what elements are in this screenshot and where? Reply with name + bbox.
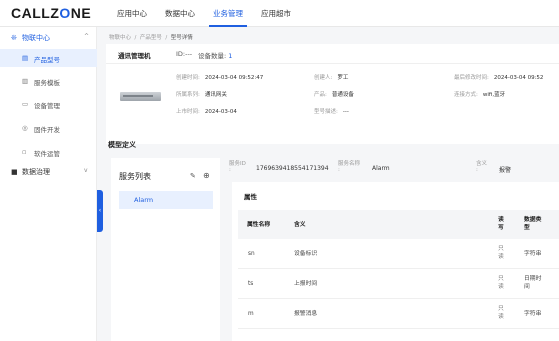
sidebar-item-firmware-dev[interactable]: ◎ 固件开发 bbox=[0, 119, 97, 137]
breadcrumb-iot-center[interactable]: 物联中心 bbox=[109, 35, 131, 41]
nav-business-management[interactable]: 业务管理 bbox=[204, 0, 252, 27]
sidebar-item-label: 产品型号 bbox=[34, 56, 60, 64]
attr-meaning: 设备标识 bbox=[294, 251, 318, 257]
software-icon: ▫ bbox=[22, 148, 27, 156]
attr-name: m bbox=[248, 311, 254, 317]
main-content: 物联中心 / 产品型号 / 型号详情 通讯管理机 ID:--- 设备数量: 1 … bbox=[103, 27, 559, 341]
attr-rw: 只读 bbox=[498, 276, 504, 290]
iot-icon: ❊ bbox=[11, 34, 17, 42]
service-item-alarm[interactable]: Alarm bbox=[119, 191, 213, 209]
service-list-panel: 服务列表 ✎ ⊕ Alarm bbox=[111, 158, 220, 341]
template-icon: ▥ bbox=[22, 77, 29, 85]
col-rw: 读写 bbox=[498, 217, 504, 231]
sidebar-item-product-model[interactable]: ▤ 产品型号 bbox=[0, 49, 97, 67]
sidebar-group-label: 数据治理 bbox=[22, 168, 50, 176]
launch-time: 上市时间: 2024-03-04 bbox=[176, 109, 237, 115]
connection-method: 连接方式: wifi,蓝牙 bbox=[454, 92, 506, 98]
breadcrumb-separator: / bbox=[134, 35, 137, 41]
attr-meaning: 上报时间 bbox=[294, 281, 318, 287]
nav-data-center[interactable]: 数据中心 bbox=[156, 0, 204, 27]
created-time: 创建时间: 2024-03-04 09:52:47 bbox=[176, 75, 264, 81]
firmware-icon: ◎ bbox=[22, 124, 28, 132]
service-list-title: 服务列表 bbox=[119, 172, 151, 181]
add-service-icon[interactable]: ⊕ bbox=[203, 171, 210, 180]
chevron-up-icon: ^ bbox=[84, 33, 90, 40]
sidebar-group-label: 物联中心 bbox=[22, 34, 50, 42]
device-icon: ▭ bbox=[22, 100, 29, 108]
product-type: 产品: 普通设备 bbox=[314, 92, 354, 98]
breadcrumb-separator: / bbox=[165, 35, 168, 41]
logo-o-mark: O bbox=[59, 5, 71, 21]
breadcrumb: 物联中心 / 产品型号 / 型号详情 bbox=[109, 33, 193, 41]
top-nav: 应用中心 数据中心 业务管理 应用超市 bbox=[108, 0, 300, 27]
sidebar-item-label: 固件开发 bbox=[34, 126, 60, 134]
attributes-title: 属性 bbox=[244, 193, 257, 201]
sidebar: ❊ 物联中心 ^ ▤ 产品型号 ▥ 服务模板 ▭ 设备管理 ◎ 固件开发 ▫ 软… bbox=[0, 27, 97, 341]
attr-rw: 只读 bbox=[498, 306, 504, 320]
breadcrumb-product-model[interactable]: 产品型号 bbox=[140, 35, 162, 41]
sidebar-item-label: 设备管理 bbox=[34, 102, 60, 110]
last-modified-time: 最后修改时间: 2024-03-04 09:52 bbox=[454, 75, 544, 81]
attr-name: sn bbox=[248, 251, 255, 257]
model-definition-title: 模型定义 bbox=[108, 141, 136, 149]
device-count: 设备数量: 1 bbox=[198, 52, 233, 60]
model-description: 型号描述: --- bbox=[314, 109, 349, 115]
edit-icon[interactable]: ✎ bbox=[190, 172, 196, 180]
table-row[interactable]: m 报警消息 只读 字符串 bbox=[238, 299, 559, 329]
product-id: ID:--- bbox=[176, 50, 193, 58]
category: 所属系列: 通讯网关 bbox=[176, 92, 227, 98]
chevron-down-icon: v bbox=[84, 167, 88, 174]
sidebar-group-data-governance[interactable]: ■ 数据治理 v bbox=[0, 163, 97, 181]
service-name: 服务名称 : Alarm bbox=[338, 161, 390, 173]
attr-meaning: 报警消息 bbox=[294, 311, 318, 317]
sidebar-item-label: 服务模板 bbox=[34, 79, 60, 87]
product-name: 通讯管理机 bbox=[118, 52, 151, 60]
col-attr-name: 属性名称 bbox=[247, 222, 271, 228]
attr-rw: 只读 bbox=[498, 246, 504, 260]
product-info-card: 通讯管理机 ID:--- 设备数量: 1 创建时间: 2024-03-04 09:… bbox=[106, 44, 559, 144]
device-image bbox=[120, 92, 161, 101]
attr-data-type: 字符串 bbox=[524, 251, 542, 257]
sidebar-item-service-template[interactable]: ▥ 服务模板 bbox=[0, 72, 97, 90]
creator: 创建人: 罗工 bbox=[314, 75, 349, 81]
sidebar-item-software-ops[interactable]: ▫ 软件运管 bbox=[0, 143, 97, 161]
col-data-type: 数据类型 bbox=[524, 217, 542, 231]
breadcrumb-current: 型号详情 bbox=[170, 35, 193, 41]
sidebar-group-iot-center[interactable]: ❊ 物联中心 ^ bbox=[0, 29, 97, 47]
table-row[interactable]: ts 上报时间 只读 日期时间 bbox=[238, 269, 559, 299]
attributes-panel: 属性 属性名称 含义 读写 数据类型 sn 设备标识 只读 字符串 ts 上报时… bbox=[232, 182, 559, 341]
sidebar-item-label: 软件运管 bbox=[34, 150, 60, 158]
data-governance-icon: ■ bbox=[11, 168, 18, 176]
product-card-header: 通讯管理机 ID:--- 设备数量: 1 bbox=[106, 44, 559, 64]
service-meaning: 含义 : 报警 bbox=[476, 161, 512, 174]
attr-data-type: 字符串 bbox=[524, 311, 542, 317]
nav-app-market[interactable]: 应用超市 bbox=[252, 0, 300, 27]
table-header: 属性名称 含义 读写 数据类型 bbox=[238, 210, 559, 239]
table-row[interactable]: sn 设备标识 只读 字符串 bbox=[238, 239, 559, 269]
nav-app-center[interactable]: 应用中心 bbox=[108, 0, 156, 27]
product-icon: ▤ bbox=[22, 54, 29, 62]
device-count-value[interactable]: 1 bbox=[228, 52, 232, 60]
brand-logo[interactable]: CALLZONE bbox=[11, 5, 91, 21]
attr-name: ts bbox=[248, 281, 254, 287]
attr-data-type: 日期时间 bbox=[524, 276, 542, 290]
service-id: 服务ID : 1769639418554171394 bbox=[229, 161, 329, 173]
col-meaning: 含义 bbox=[294, 222, 306, 228]
sidebar-item-device-management[interactable]: ▭ 设备管理 bbox=[0, 95, 97, 113]
top-bar: CALLZONE 应用中心 数据中心 业务管理 应用超市 bbox=[0, 0, 559, 27]
